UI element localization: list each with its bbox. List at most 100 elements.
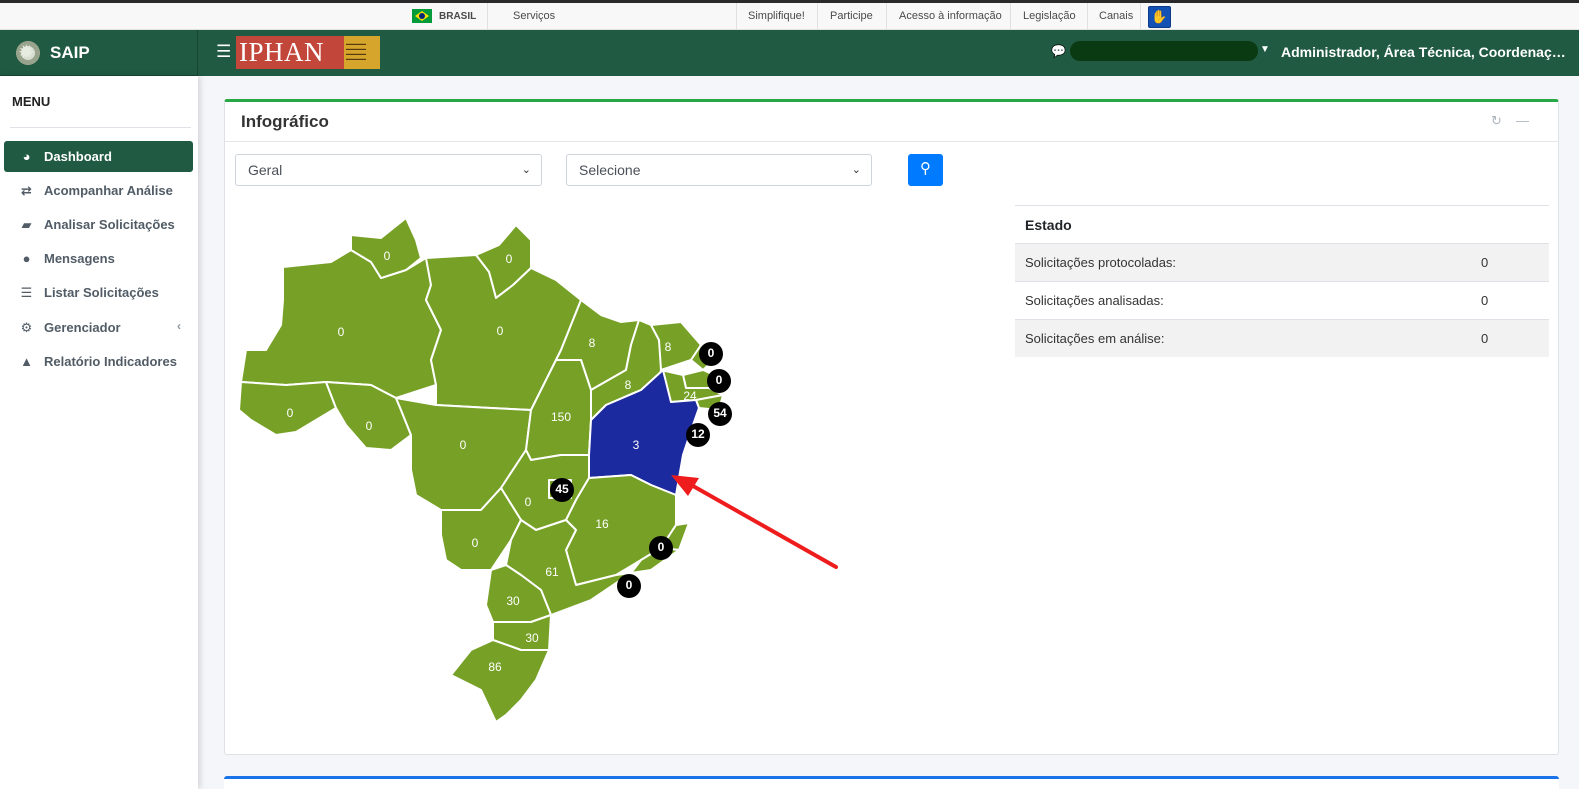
sidebar-item-listar-solicitacoes[interactable]: ☰ Listar Solicitações bbox=[4, 277, 193, 308]
stat-label: Solicitações em análise: bbox=[1025, 331, 1165, 346]
brazil-flag-icon bbox=[412, 9, 432, 23]
map-label-rr: 0 bbox=[384, 249, 391, 263]
hand-sign-icon[interactable]: ✋ bbox=[1148, 6, 1171, 28]
refresh-icon[interactable]: ↻ bbox=[1491, 113, 1502, 129]
sidebar: MENU ◕ Dashboard ⇄ Acompanhar Análise ▰ … bbox=[0, 76, 198, 789]
redacted-user-field bbox=[1070, 41, 1258, 61]
sidebar-item-label: Mensagens bbox=[44, 251, 115, 266]
map-label-mg: 16 bbox=[595, 517, 609, 531]
iphan-logo-seal: ▬▬▬▬▬ ▬▬▬▬▬ ▬▬▬▬▬ ▬▬▬▬▬ bbox=[344, 36, 380, 69]
cogs-icon: ⚙ bbox=[20, 319, 33, 335]
stats-header: Estado bbox=[1015, 205, 1549, 243]
map-label-al: 54 bbox=[713, 406, 727, 420]
exchange-icon: ⇄ bbox=[21, 182, 32, 198]
sidebar-item-analisar-solicitacoes[interactable]: ▰ Analisar Solicitações bbox=[4, 209, 193, 240]
chevron-down-icon: ⌄ bbox=[521, 164, 531, 176]
brasil-label: BRASIL bbox=[439, 10, 477, 22]
map-label-ce: 8 bbox=[665, 340, 672, 354]
map-label-ma: 8 bbox=[589, 336, 596, 350]
servicos-link[interactable]: Serviços bbox=[513, 10, 555, 22]
stat-value: 0 bbox=[1481, 331, 1489, 346]
state-rs[interactable] bbox=[450, 639, 550, 723]
map-label-go: 0 bbox=[525, 495, 532, 509]
table-row: Solicitações em análise: 0 bbox=[1015, 319, 1549, 357]
divider bbox=[817, 3, 818, 29]
search-icon: ⚲ bbox=[920, 160, 931, 177]
map-label-to: 150 bbox=[551, 410, 571, 424]
map-label-se: 12 bbox=[691, 427, 705, 441]
sidebar-item-label: Analisar Solicitações bbox=[44, 217, 175, 232]
brazil-map: 0 0 0 0 0 0 0 150 8 8 8 24 3 0 16 0 61 3… bbox=[238, 217, 838, 723]
acesso-informacao-link[interactable]: Acesso à informação bbox=[899, 10, 1002, 22]
sidebar-item-dashboard[interactable]: ◕ Dashboard bbox=[4, 141, 193, 172]
scope-select-value: Geral bbox=[248, 162, 283, 178]
sidebar-item-acompanhar-analise[interactable]: ⇄ Acompanhar Análise bbox=[4, 175, 193, 206]
simplifique-link[interactable]: Simplifique! bbox=[748, 10, 805, 22]
list-icon: ☰ bbox=[20, 284, 33, 300]
map-label-sc: 30 bbox=[525, 631, 539, 645]
map-label-ap: 0 bbox=[506, 252, 513, 266]
annotation-arrow bbox=[684, 480, 838, 569]
menu-title: MENU bbox=[12, 94, 51, 109]
map-label-pr: 30 bbox=[506, 594, 520, 608]
map-label-ro: 0 bbox=[366, 419, 373, 433]
sidebar-item-label: Dashboard bbox=[44, 149, 112, 164]
caret-down-icon[interactable]: ▼ bbox=[1260, 44, 1270, 55]
card-title: Infográfico bbox=[241, 112, 329, 131]
stat-label: Solicitações analisadas: bbox=[1025, 293, 1164, 308]
table-row: Solicitações analisadas: 0 bbox=[1015, 281, 1549, 319]
divider bbox=[1140, 3, 1141, 29]
book-icon: ▰ bbox=[21, 216, 32, 232]
divider bbox=[1010, 3, 1011, 29]
map-label-pi: 8 bbox=[625, 378, 632, 392]
scope-select[interactable]: Geral ⌄ bbox=[235, 154, 542, 186]
divider bbox=[736, 3, 737, 29]
map-label-am: 0 bbox=[338, 325, 345, 339]
table-row: Solicitações protocoladas: 0 bbox=[1015, 243, 1549, 281]
map-label-rn: 0 bbox=[708, 346, 715, 360]
chevron-left-icon: ‹ bbox=[177, 319, 181, 333]
saip-logo-icon bbox=[14, 38, 42, 67]
state-am[interactable] bbox=[240, 249, 442, 399]
participe-link[interactable]: Participe bbox=[830, 10, 873, 22]
minimize-icon[interactable]: — bbox=[1516, 113, 1529, 128]
hamburger-menu-icon[interactable]: ☰ bbox=[216, 42, 231, 62]
divider bbox=[10, 127, 191, 128]
user-profile-name[interactable]: Administrador, Área Técnica, Coordenação… bbox=[1281, 44, 1567, 60]
divider bbox=[1087, 3, 1088, 29]
stat-value: 0 bbox=[1481, 293, 1489, 308]
map-label-pe: 24 bbox=[683, 389, 697, 403]
stat-label: Solicitações protocoladas: bbox=[1025, 255, 1177, 270]
map-label-df: 45 bbox=[555, 482, 569, 496]
sidebar-item-mensagens[interactable]: ● Mensagens bbox=[4, 243, 193, 274]
stats-table: Estado Solicitações protocoladas: 0 Soli… bbox=[1015, 205, 1549, 357]
map-label-rj: 0 bbox=[626, 578, 633, 592]
map-label-pa: 0 bbox=[497, 324, 504, 338]
map-label-mt: 0 bbox=[460, 438, 467, 452]
map-label-pb: 0 bbox=[716, 373, 723, 387]
legislacao-link[interactable]: Legislação bbox=[1023, 10, 1076, 22]
map-label-es: 0 bbox=[658, 540, 665, 554]
tachometer-icon: ◕ bbox=[22, 149, 31, 164]
map-label-sp: 61 bbox=[545, 565, 559, 579]
comment-icon[interactable]: 💬 bbox=[1051, 44, 1066, 58]
sidebar-item-label: Acompanhar Análise bbox=[44, 183, 173, 198]
search-button[interactable]: ⚲ bbox=[908, 154, 943, 186]
divider bbox=[886, 3, 887, 29]
gov-top-bar: BRASIL Serviços Simplifique! Participe A… bbox=[0, 0, 1579, 30]
sidebar-item-relatorio-indicadores[interactable]: ▲ Relatório Indicadores bbox=[4, 346, 193, 377]
map-label-ms: 0 bbox=[472, 536, 479, 550]
state-mg[interactable] bbox=[565, 474, 677, 586]
state-select[interactable]: Selecione ⌄ bbox=[566, 154, 872, 186]
brasil-link[interactable]: BRASIL bbox=[412, 9, 476, 23]
app-header: SAIP ☰ IPHAN ▬▬▬▬▬▬▬▬▬▬▬▬▬▬▬▬▬▬▬▬ 💬 ▼ Ad… bbox=[0, 30, 1579, 76]
iphan-logo: IPHAN ▬▬▬▬▬ ▬▬▬▬▬ ▬▬▬▬▬ ▬▬▬▬▬ bbox=[236, 36, 380, 69]
divider bbox=[487, 3, 488, 29]
canais-link[interactable]: Canais bbox=[1099, 10, 1133, 22]
sidebar-item-label: Relatório Indicadores bbox=[44, 354, 177, 369]
sidebar-item-label: Gerenciador bbox=[44, 320, 121, 335]
sidebar-item-gerenciador[interactable]: ⚙ Gerenciador ‹ bbox=[4, 312, 193, 343]
brand[interactable]: SAIP bbox=[0, 30, 198, 76]
comments-icon: ● bbox=[22, 251, 31, 266]
area-chart-icon: ▲ bbox=[20, 354, 33, 369]
